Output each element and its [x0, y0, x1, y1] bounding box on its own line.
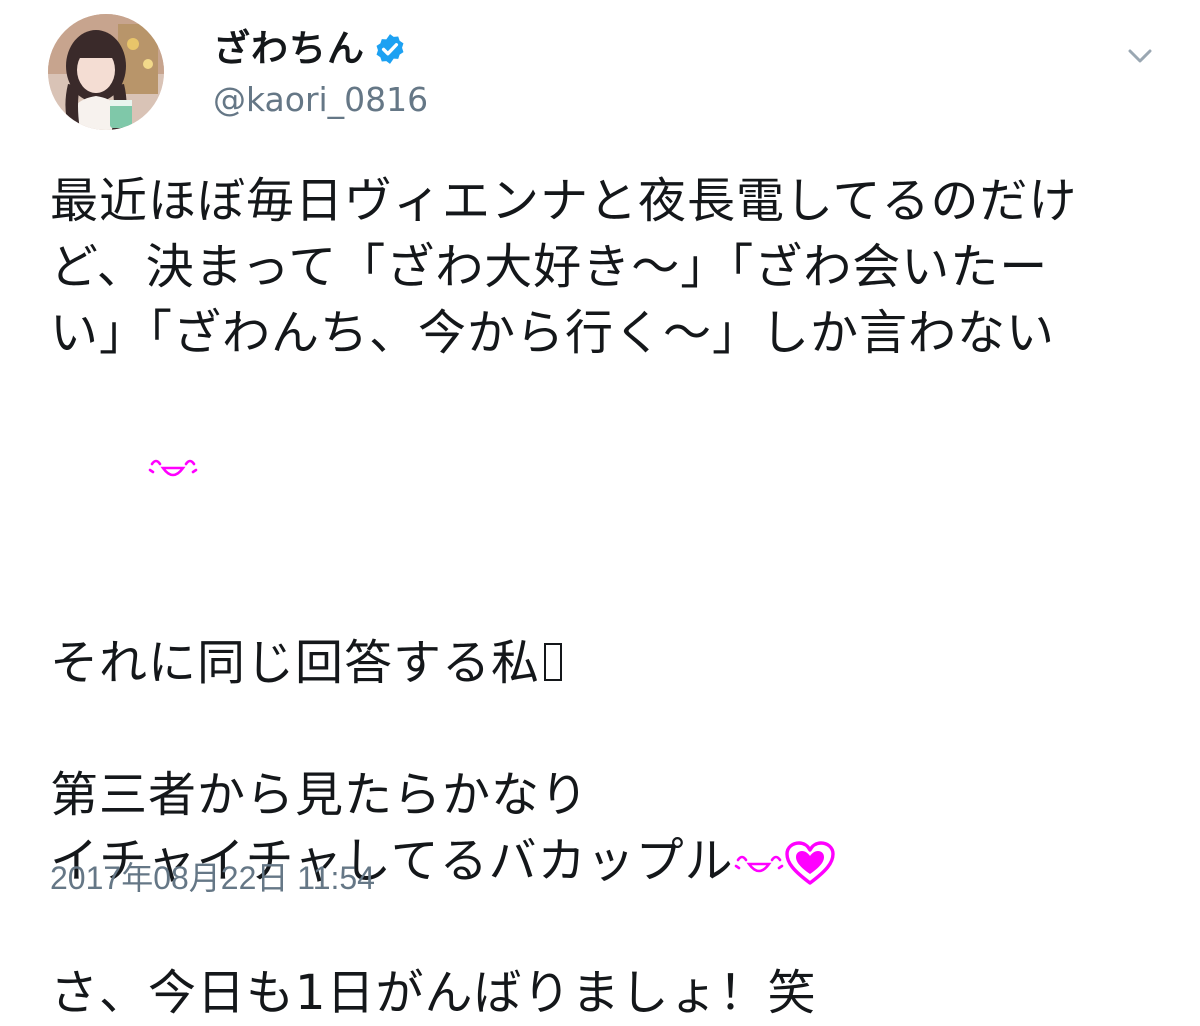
tweet-line: さ、今日も1日がんばりましょ！笑 — [50, 965, 817, 1021]
author-handle[interactable]: @kaori_0816 — [213, 78, 428, 122]
profile-photo-icon — [48, 14, 164, 130]
tweet-line: それに同じ回答する私 — [50, 630, 1160, 696]
smiling-face-emoji-icon — [148, 459, 197, 477]
avatar[interactable] — [48, 14, 164, 130]
author-name-row: ざわちん — [213, 24, 407, 74]
tweet-line: ど、決まって「ざわ大好き～」「ざわ会いたー — [50, 239, 1049, 295]
tweet-menu-button[interactable] — [1120, 36, 1160, 76]
verified-badge-icon — [376, 34, 404, 64]
tweet-card: ざわちん @kaori_0816 最近ほぼ毎日ヴィエンナと夜長電してるのだけ ど… — [0, 0, 1200, 1021]
heart-emoji-icon — [784, 841, 835, 885]
tweet-emoji-line — [50, 366, 1160, 564]
chevron-down-icon — [1128, 49, 1152, 63]
missing-glyph-icon — [544, 643, 563, 681]
tweet-line-text: それに同じ回答する私 — [50, 635, 541, 691]
tweet-timestamp[interactable]: 2017年08月22日 11:54 — [50, 858, 375, 898]
tweet-line: 最近ほぼ毎日ヴィエンナと夜長電してるのだけ — [50, 173, 1078, 229]
tweet-line: い」「ざわんち、今から行く～」しか言わない — [50, 305, 1056, 361]
display-name[interactable]: ざわちん — [213, 24, 365, 74]
smiling-face-emoji-icon — [734, 855, 783, 873]
tweet-line: 第三者から見たらかなり — [50, 767, 590, 823]
